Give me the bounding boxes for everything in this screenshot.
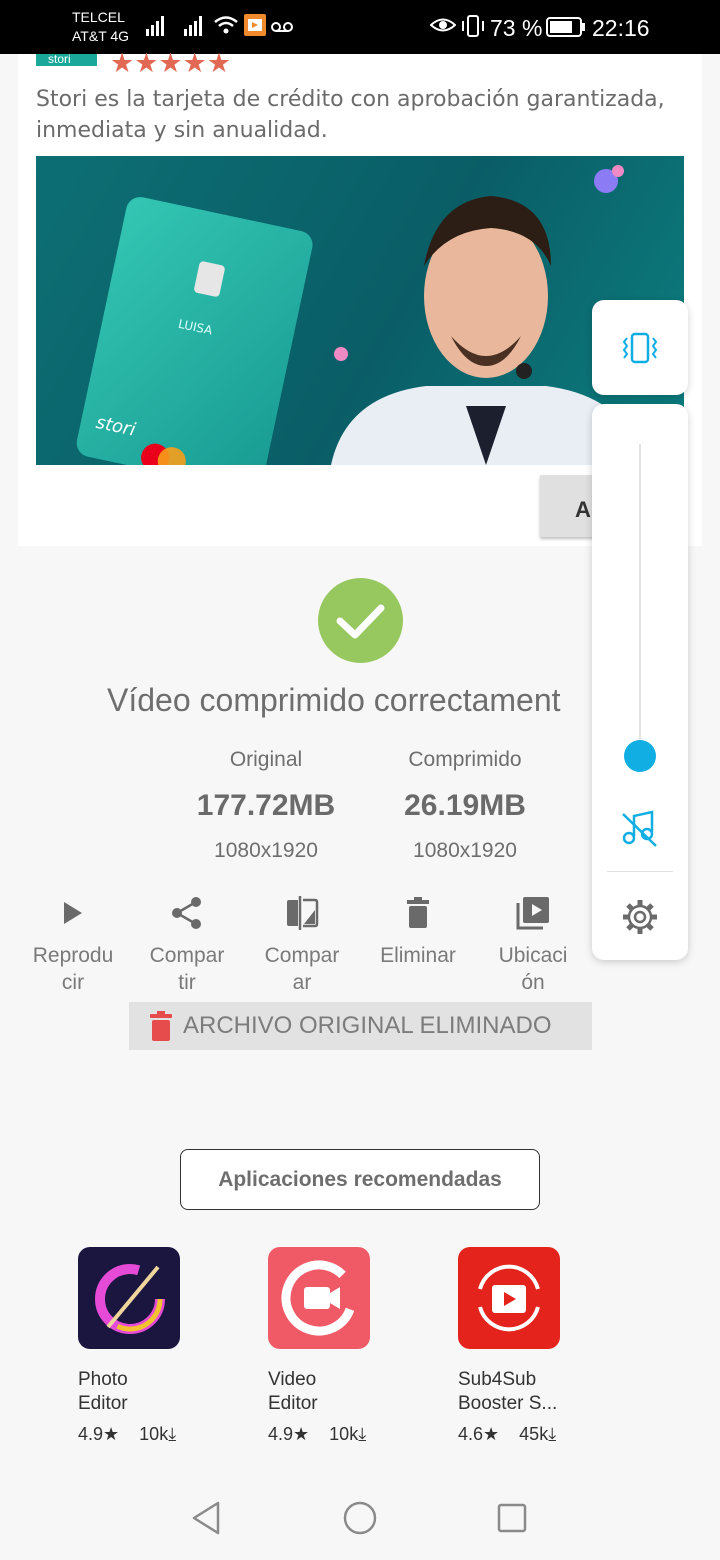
photo-editor-downloads: 10k⤓	[139, 1424, 177, 1444]
location-button[interactable]: Ubicaci ón	[473, 892, 593, 996]
video-editor-rating: 4.9★	[268, 1424, 310, 1444]
share-label-2: tir	[178, 971, 196, 994]
recommended-apps-button[interactable]: Aplicaciones recomendadas	[180, 1149, 540, 1210]
trash-red-icon	[150, 1011, 172, 1041]
ad-rating-stars: ★★★★★	[110, 48, 232, 78]
signal-icon-2	[184, 16, 202, 36]
location-label-2: ón	[521, 971, 545, 994]
share-label-1: Compar	[149, 944, 225, 967]
ringer-mode-button[interactable]	[592, 300, 688, 395]
sub4sub-icon	[458, 1247, 560, 1349]
play-label-2: cir	[61, 971, 85, 994]
back-icon[interactable]	[190, 1501, 222, 1535]
navigation-bar	[0, 1474, 720, 1560]
carrier-info: TELCEL AT&T 4G	[72, 8, 129, 46]
video-library-icon	[516, 897, 549, 930]
original-resolution: 1080x1920	[214, 839, 318, 862]
play-icon	[64, 902, 82, 924]
voicemail-icon	[271, 22, 293, 32]
compare-icon	[287, 896, 319, 930]
delete-button[interactable]: Eliminar	[358, 892, 478, 969]
play-label-1: Reprodu	[32, 944, 114, 967]
carrier-2: AT&T 4G	[72, 28, 130, 44]
original-label: Original	[229, 748, 303, 771]
video-editor-name-1: Video	[268, 1369, 317, 1390]
clock: 22:16	[592, 15, 650, 41]
photo-editor-icon	[78, 1247, 180, 1349]
compressed-resolution: 1080x1920	[413, 839, 517, 862]
original-deleted-banner: ARCHIVO ORIGINAL ELIMINADO	[129, 1002, 592, 1050]
ad-illustration: LUISA stori	[76, 165, 646, 465]
app-photo-editor[interactable]: Photo Editor 4.9★ 10k⤓	[78, 1247, 238, 1445]
share-icon	[172, 897, 201, 929]
photo-editor-name-1: Photo	[78, 1369, 128, 1390]
app-video-editor[interactable]: Video Editor 4.9★ 10k⤓	[268, 1247, 428, 1445]
signal-icon	[146, 16, 164, 36]
battery-percent: 73 %	[490, 15, 543, 41]
sub4sub-name-2: Booster S...	[458, 1393, 558, 1414]
home-icon[interactable]	[343, 1501, 377, 1535]
ad-description: Stori es la tarjeta de crédito con aprob…	[36, 87, 665, 143]
app-sub4sub[interactable]: Sub4Sub Booster S... 4.6★ 45k⤓	[458, 1247, 618, 1445]
ad-badge: stori	[36, 54, 97, 66]
deleted-banner-text: ARCHIVO ORIGINAL ELIMINADO	[183, 1012, 552, 1039]
app-notification-icon	[244, 14, 266, 36]
volume-panel-divider	[607, 871, 673, 872]
status-bar: TELCEL AT&T 4G 73 % 22:16	[0, 0, 720, 54]
video-editor-downloads: 10k⤓	[329, 1424, 367, 1444]
compressed-label: Comprimido	[408, 748, 522, 771]
volume-panel	[592, 404, 688, 960]
trash-icon	[407, 897, 429, 928]
play-button[interactable]: Reprodu cir	[13, 892, 133, 996]
compressed-stats: Comprimido 26.19MB 1080x1920	[365, 745, 565, 866]
vibrate-mode-icon	[622, 332, 658, 363]
ad-banner-image[interactable]: LUISA stori	[36, 156, 684, 465]
success-check-icon	[318, 578, 403, 663]
sub4sub-downloads: 45k⤓	[519, 1424, 557, 1444]
compare-label-1: Compar	[264, 944, 340, 967]
original-size: 177.72MB	[196, 789, 336, 822]
settings-gear-icon[interactable]	[620, 897, 660, 937]
video-editor-icon	[268, 1247, 370, 1349]
photo-editor-rating: 4.9★	[78, 1424, 120, 1444]
video-editor-name-2: Editor	[268, 1393, 318, 1414]
location-label-1: Ubicaci	[498, 944, 568, 967]
share-button[interactable]: Compar tir	[127, 892, 247, 996]
volume-slider-thumb[interactable]	[624, 739, 656, 772]
original-stats: Original 177.72MB 1080x1920	[166, 745, 366, 866]
delete-label: Eliminar	[380, 944, 456, 967]
battery-icon	[546, 17, 585, 37]
compare-button[interactable]: Compar ar	[242, 892, 362, 996]
vibrate-icon	[462, 15, 484, 37]
eye-comfort-icon	[430, 18, 456, 32]
sub4sub-name-1: Sub4Sub	[458, 1369, 537, 1390]
volume-slider-track[interactable]	[639, 444, 641, 762]
carrier-1: TELCEL	[72, 9, 125, 25]
compare-label-2: ar	[292, 971, 312, 994]
sub4sub-rating: 4.6★	[458, 1424, 500, 1444]
photo-editor-name-2: Editor	[78, 1393, 128, 1414]
wifi-icon	[214, 16, 238, 34]
compressed-size: 26.19MB	[404, 789, 526, 822]
music-muted-icon[interactable]	[620, 808, 660, 848]
recents-icon[interactable]	[497, 1503, 527, 1533]
